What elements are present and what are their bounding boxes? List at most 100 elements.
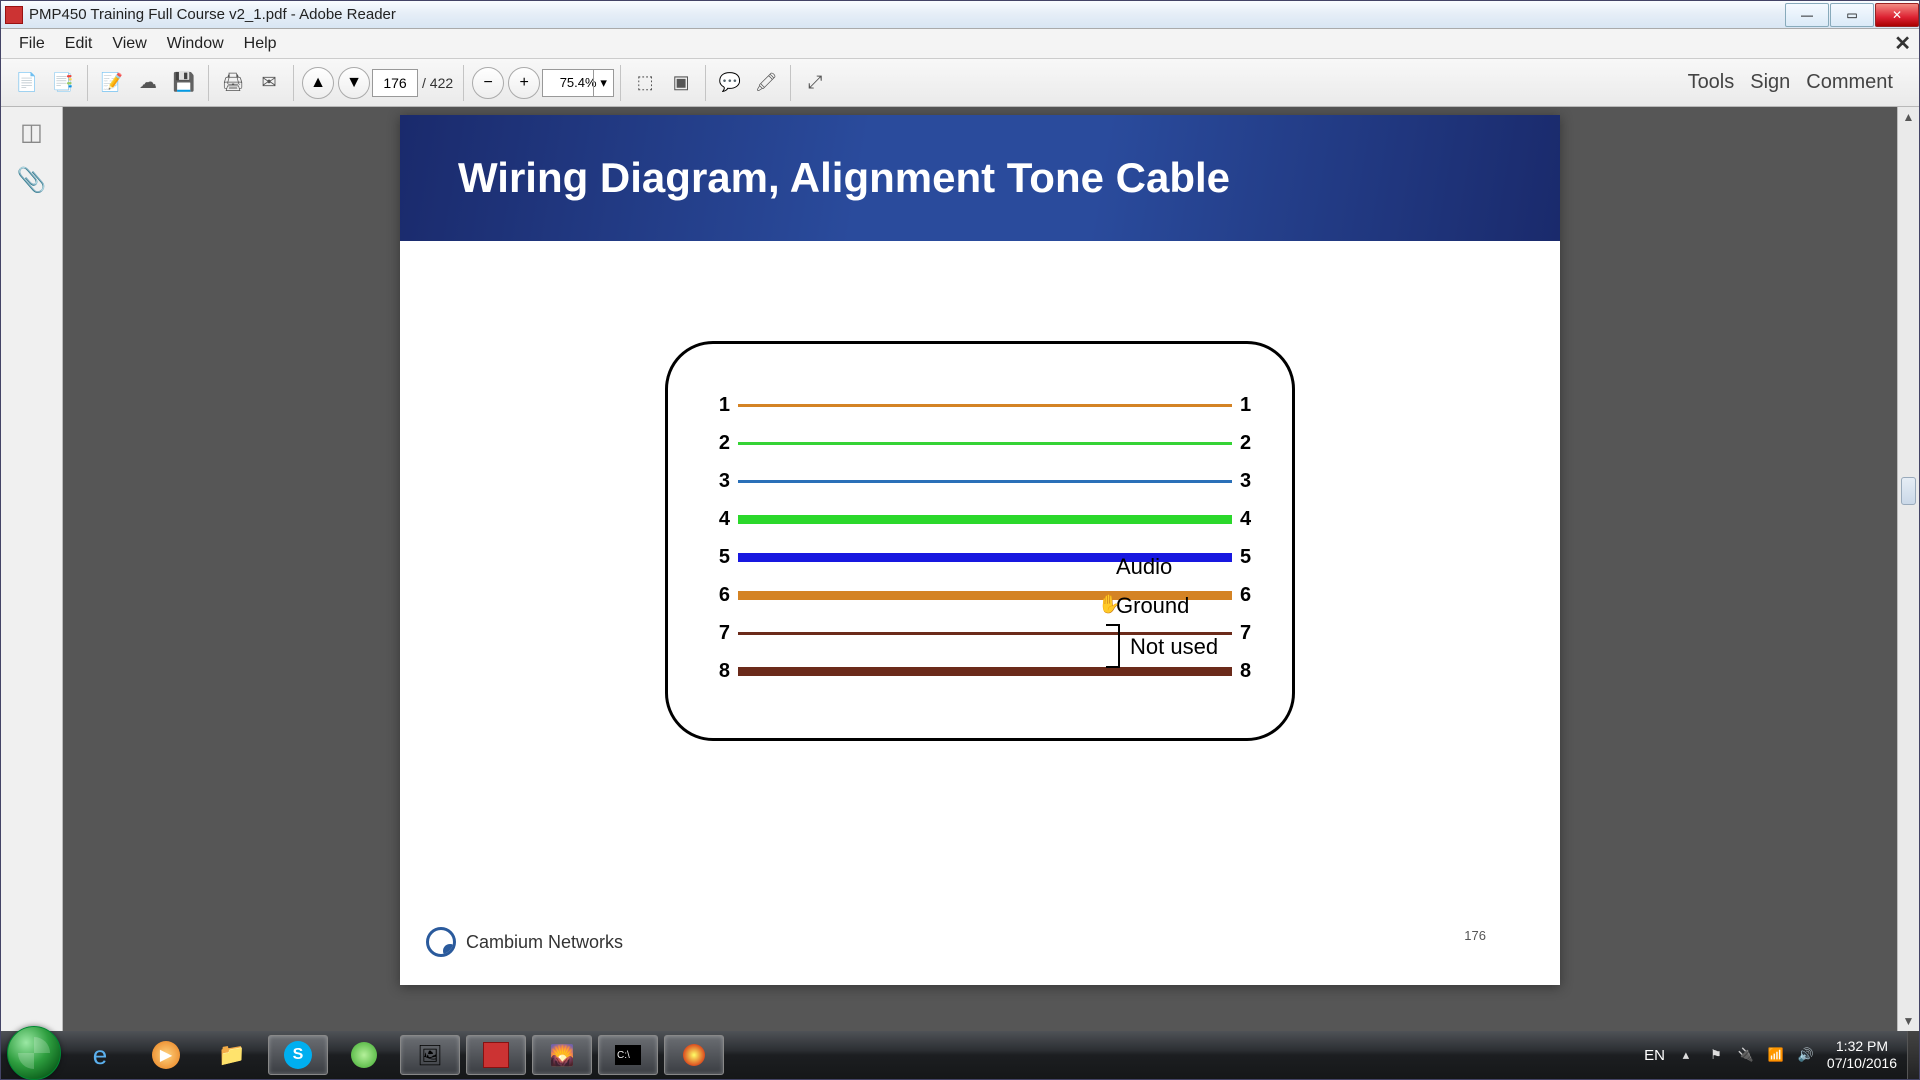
wire-row-3: 33	[708, 468, 1262, 494]
page-down-button[interactable]: ▼	[338, 67, 370, 99]
tools-link[interactable]: Tools	[1688, 71, 1735, 94]
tray-flag-icon[interactable]: ⚑	[1707, 1046, 1725, 1064]
slide-body: 1122334455667788 Audio Ground Not used ✋	[400, 241, 1560, 741]
side-panel-rail: ◫ 📎	[1, 107, 63, 1031]
wire-row-2: 22	[708, 430, 1262, 456]
taskbar-photos[interactable]: 🌄	[532, 1035, 592, 1075]
menu-view[interactable]: View	[102, 31, 156, 57]
vertical-scrollbar[interactable]: ▲ ▼	[1897, 107, 1919, 1031]
zoom-select[interactable]: 75.4% ▾	[542, 69, 614, 97]
scroll-down-button[interactable]: ▼	[1898, 1011, 1919, 1031]
page-number-input[interactable]	[372, 69, 418, 97]
label-ground: Ground	[1116, 593, 1189, 619]
print-icon[interactable]: 🖨	[217, 67, 249, 99]
zoom-in-button[interactable]: +	[508, 67, 540, 99]
pdf-page: Wiring Diagram, Alignment Tone Cable 112…	[400, 115, 1560, 985]
taskbar-recorder[interactable]	[664, 1035, 724, 1075]
minimize-button[interactable]: —	[1785, 3, 1829, 27]
system-tray: EN ▴ ⚑ 🔌 📶 🔊 1:32 PM 07/10/2016	[1634, 1038, 1907, 1072]
fit-width-icon[interactable]: ▣	[665, 67, 697, 99]
wire-left-num: 3	[708, 470, 730, 493]
language-indicator[interactable]: EN	[1644, 1047, 1665, 1064]
menu-edit[interactable]: Edit	[55, 31, 103, 57]
start-button[interactable]	[7, 1026, 61, 1080]
wire-row-5: 55	[708, 544, 1262, 570]
zoom-out-button[interactable]: −	[472, 67, 504, 99]
taskbar-explorer[interactable]: 📁	[202, 1035, 262, 1075]
wire-line	[738, 404, 1232, 407]
wire-left-num: 4	[708, 508, 730, 531]
menubar: File Edit View Window Help ✕	[1, 29, 1919, 59]
menu-file[interactable]: File	[9, 31, 55, 57]
tray-power-icon[interactable]: 🔌	[1737, 1046, 1755, 1064]
attachments-icon[interactable]: 📎	[17, 165, 47, 195]
open-icon[interactable]: 📄	[11, 67, 43, 99]
cloud-icon[interactable]: ☁	[132, 67, 164, 99]
maximize-button[interactable]: ▭	[1830, 3, 1874, 27]
menu-window[interactable]: Window	[157, 31, 234, 57]
footer-logo-text: Cambium Networks	[466, 932, 623, 953]
wire-right-num: 5	[1240, 546, 1262, 569]
wire-line	[738, 480, 1232, 483]
right-actions: Tools Sign Comment	[1688, 71, 1911, 94]
wire-right-num: 3	[1240, 470, 1262, 493]
wire-left-num: 2	[708, 432, 730, 455]
app-icon	[5, 6, 23, 24]
highlight-icon[interactable]: 🖍	[750, 67, 782, 99]
tray-clock[interactable]: 1:32 PM 07/10/2016	[1827, 1038, 1897, 1072]
wire-left-num: 6	[708, 584, 730, 607]
wire-left-num: 7	[708, 622, 730, 645]
save-icon[interactable]: 💾	[168, 67, 200, 99]
email-icon[interactable]: ✉	[253, 67, 285, 99]
slide-header: Wiring Diagram, Alignment Tone Cable	[400, 115, 1560, 241]
wire-right-num: 8	[1240, 660, 1262, 683]
scroll-up-button[interactable]: ▲	[1898, 107, 1919, 127]
app-window: PMP450 Training Full Course v2_1.pdf - A…	[0, 0, 1920, 1080]
taskbar-adobe-reader[interactable]	[466, 1035, 526, 1075]
taskbar: e ▶ 📁 S 🖼 🌄 C:\ EN ▴ ⚑ 🔌 📶 🔊 1:32 PM 07/…	[1, 1031, 1919, 1079]
wiring-diagram: 1122334455667788 Audio Ground Not used ✋	[665, 341, 1295, 741]
wire-row-8: 88	[708, 658, 1262, 684]
tray-time: 1:32 PM	[1827, 1038, 1897, 1055]
export-icon[interactable]: 📝	[96, 67, 128, 99]
taskbar-app-green[interactable]	[334, 1035, 394, 1075]
page-viewport[interactable]: Wiring Diagram, Alignment Tone Cable 112…	[63, 107, 1897, 1031]
taskbar-ie[interactable]: e	[70, 1035, 130, 1075]
wire-right-num: 1	[1240, 394, 1262, 417]
show-desktop-button[interactable]	[1907, 1031, 1919, 1079]
page-up-button[interactable]: ▲	[302, 67, 334, 99]
wire-row-4: 44	[708, 506, 1262, 532]
comment-link[interactable]: Comment	[1806, 71, 1893, 94]
menu-help[interactable]: Help	[234, 31, 287, 57]
wire-right-num: 4	[1240, 508, 1262, 531]
wire-right-num: 7	[1240, 622, 1262, 645]
close-document-button[interactable]: ✕	[1894, 31, 1911, 56]
document-area: ◫ 📎 Wiring Diagram, Alignment Tone Cable…	[1, 107, 1919, 1031]
read-mode-icon[interactable]: ⤢	[799, 67, 831, 99]
cambium-logo-icon	[426, 927, 456, 957]
scroll-thumb[interactable]	[1901, 477, 1916, 505]
slide-page-number: 176	[1464, 928, 1486, 943]
taskbar-image-viewer[interactable]: 🖼	[400, 1035, 460, 1075]
wire-left-num: 5	[708, 546, 730, 569]
fit-page-icon[interactable]: ⬚	[629, 67, 661, 99]
taskbar-cmd[interactable]: C:\	[598, 1035, 658, 1075]
window-controls: — ▭ ✕	[1784, 3, 1919, 27]
close-button[interactable]: ✕	[1875, 3, 1919, 27]
titlebar: PMP450 Training Full Course v2_1.pdf - A…	[1, 1, 1919, 29]
tray-volume-icon[interactable]: 🔊	[1797, 1046, 1815, 1064]
thumbnails-icon[interactable]: ◫	[17, 117, 47, 147]
sign-link[interactable]: Sign	[1750, 71, 1790, 94]
wire-line	[738, 442, 1232, 445]
tray-network-icon[interactable]: 📶	[1767, 1046, 1785, 1064]
wire-right-num: 6	[1240, 584, 1262, 607]
taskbar-skype[interactable]: S	[268, 1035, 328, 1075]
tray-chevron-up-icon[interactable]: ▴	[1677, 1046, 1695, 1064]
wire-right-num: 2	[1240, 432, 1262, 455]
chevron-down-icon: ▾	[593, 70, 613, 96]
toolbar: 📄 📑 📝 ☁ 💾 🖨 ✉ ▲ ▼ / 422 − + 75.4% ▾ ⬚ ▣ …	[1, 59, 1919, 107]
tray-date: 07/10/2016	[1827, 1055, 1897, 1072]
taskbar-media-player[interactable]: ▶	[136, 1035, 196, 1075]
sticky-note-icon[interactable]: 💬	[714, 67, 746, 99]
create-pdf-icon[interactable]: 📑	[47, 67, 79, 99]
